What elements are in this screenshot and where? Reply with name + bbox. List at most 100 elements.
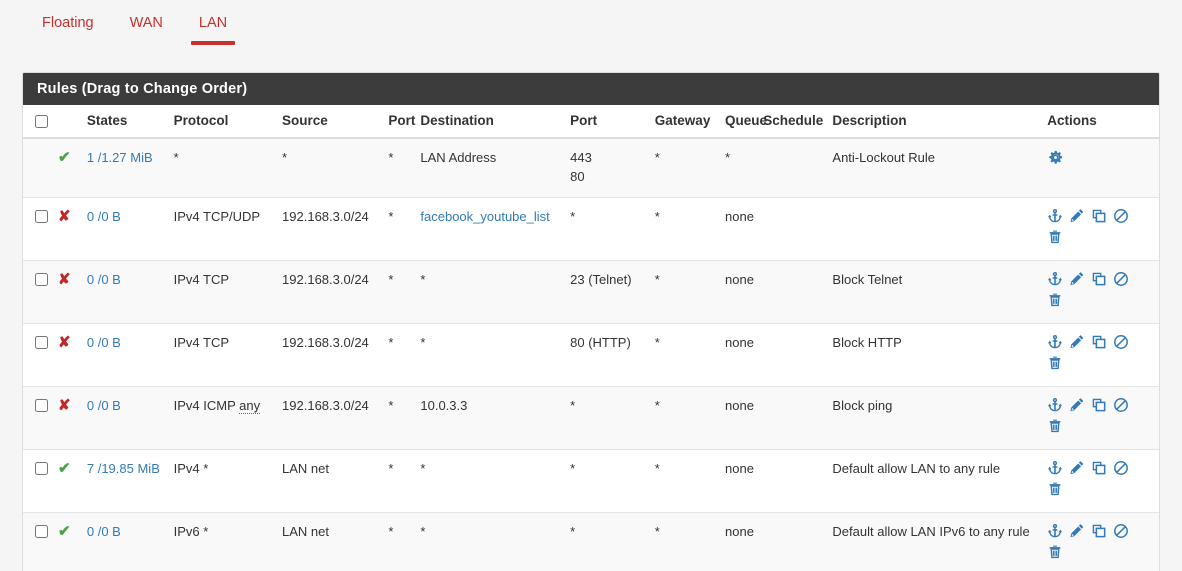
table-row[interactable]: ✔ 7 /19.85 MiB IPv4 * LAN net * * * * none Defaul…	[23, 448, 1159, 513]
select-all-checkbox[interactable]	[35, 115, 48, 128]
anchor-icon[interactable]	[1047, 397, 1069, 418]
th-protocol: Protocol	[169, 105, 279, 139]
copy-icon[interactable]	[1091, 208, 1113, 229]
anchor-icon[interactable]	[1047, 334, 1069, 355]
states-cell: 0 /0 B	[82, 511, 170, 571]
table-row[interactable]: ✘ 0 /0 B IPv4 TCP 192.168.3.0/24 * * 23 (Telne…	[23, 259, 1159, 324]
row-select-checkbox[interactable]	[35, 272, 48, 286]
th-source: Source	[278, 105, 385, 139]
anchor-icon[interactable]	[1047, 271, 1069, 292]
status-block-icon[interactable]: ✘	[53, 385, 83, 450]
trash-icon[interactable]	[1047, 229, 1069, 250]
gateway-cell: *	[650, 511, 722, 571]
states-link[interactable]: 0 /0 B	[87, 398, 121, 413]
states-link[interactable]: 0 /0 B	[87, 272, 121, 287]
th-source-port: Port	[384, 105, 417, 139]
row-select-checkbox[interactable]	[35, 524, 48, 538]
trash-icon[interactable]	[1047, 418, 1069, 439]
pencil-icon[interactable]	[1069, 460, 1091, 481]
status-block-icon[interactable]: ✘	[53, 322, 83, 387]
source-port-cell: *	[384, 322, 417, 387]
states-link[interactable]: 1 /1.27 MiB	[87, 150, 153, 165]
trash-icon[interactable]	[1047, 544, 1069, 565]
protocol-tooltip-word[interactable]: any	[239, 397, 261, 414]
table-row[interactable]: ✘ 0 /0 B IPv4 TCP/UDP 192.168.3.0/24 * facebo…	[23, 196, 1159, 261]
copy-icon[interactable]	[1091, 523, 1113, 544]
tab-bar: Floating WAN LAN	[0, 0, 1182, 52]
tab-lan[interactable]: LAN	[181, 0, 245, 44]
pencil-icon[interactable]	[1069, 397, 1091, 418]
schedule-cell	[759, 322, 829, 387]
th-gateway: Gateway	[650, 105, 722, 139]
ban-icon[interactable]	[1113, 271, 1135, 292]
source-port-cell: *	[384, 137, 417, 198]
row-select-cell	[23, 385, 54, 450]
row-select-checkbox[interactable]	[35, 398, 48, 412]
anchor-icon[interactable]	[1047, 523, 1069, 544]
th-description: Description	[828, 105, 1044, 139]
ban-icon[interactable]	[1113, 523, 1135, 544]
ban-icon[interactable]	[1113, 397, 1135, 418]
destination-port-cell: 443 80	[566, 137, 651, 198]
trash-icon[interactable]	[1047, 481, 1069, 502]
source-port-cell: *	[384, 196, 417, 261]
row-select-checkbox[interactable]	[35, 461, 48, 475]
table-row[interactable]: ✘ 0 /0 B IPv4 TCP 192.168.3.0/24 * * 80 (HTTP)…	[23, 322, 1159, 387]
th-destination: Destination	[416, 105, 567, 139]
copy-icon[interactable]	[1091, 460, 1113, 481]
status-block-icon[interactable]: ✘	[53, 259, 83, 324]
gateway-cell: *	[650, 196, 722, 261]
row-select-checkbox[interactable]	[35, 335, 48, 349]
row-select-cell	[23, 511, 54, 571]
pencil-icon[interactable]	[1069, 271, 1091, 292]
gateway-cell: *	[650, 385, 722, 450]
queue-cell: none	[721, 196, 760, 261]
states-link[interactable]: 7 /19.85 MiB	[87, 461, 160, 476]
destination-cell: *	[416, 322, 567, 387]
schedule-cell	[759, 259, 829, 324]
row-select-cell	[23, 448, 54, 513]
description-cell: Default allow LAN IPv6 to any rule	[828, 511, 1044, 571]
states-link[interactable]: 0 /0 B	[87, 209, 121, 224]
table-header: States Protocol Source Port Destination …	[23, 105, 1159, 139]
anchor-icon[interactable]	[1047, 208, 1069, 229]
row-select-checkbox[interactable]	[35, 209, 48, 223]
table-row[interactable]: ✔ 0 /0 B IPv6 * LAN net * * * * none Default allo…	[23, 511, 1159, 571]
table-row[interactable]: ✔ 1 /1.27 MiB * * * LAN Address 443 80 * * Anti-L…	[23, 137, 1159, 198]
gear-icon[interactable]	[1047, 149, 1069, 170]
queue-cell: none	[721, 511, 760, 571]
states-link[interactable]: 0 /0 B	[87, 335, 121, 350]
row-select-cell	[23, 322, 54, 387]
status-block-icon[interactable]: ✘	[53, 196, 83, 261]
firewall-rules-table: States Protocol Source Port Destination …	[23, 105, 1159, 571]
tab-wan[interactable]: WAN	[112, 0, 181, 43]
copy-icon[interactable]	[1091, 397, 1113, 418]
trash-icon[interactable]	[1047, 355, 1069, 376]
pencil-icon[interactable]	[1069, 523, 1091, 544]
anchor-icon[interactable]	[1047, 460, 1069, 481]
destination-port-cell: *	[566, 448, 651, 513]
status-pass-icon[interactable]: ✔	[53, 137, 83, 198]
destination-alias-link[interactable]: facebook_youtube_list	[420, 209, 549, 224]
status-pass-icon[interactable]: ✔	[53, 511, 83, 571]
ban-icon[interactable]	[1113, 334, 1135, 355]
row-select-cell	[23, 137, 54, 198]
status-pass-icon[interactable]: ✔	[53, 448, 83, 513]
pencil-icon[interactable]	[1069, 208, 1091, 229]
copy-icon[interactable]	[1091, 334, 1113, 355]
ban-icon[interactable]	[1113, 460, 1135, 481]
tab-floating[interactable]: Floating	[24, 0, 112, 43]
source-port-cell: *	[384, 259, 417, 324]
trash-icon[interactable]	[1047, 292, 1069, 313]
states-link[interactable]: 0 /0 B	[87, 524, 121, 539]
pencil-icon[interactable]	[1069, 334, 1091, 355]
table-row[interactable]: ✘ 0 /0 B IPv4 ICMP any 192.168.3.0/24 * 10.0.…	[23, 385, 1159, 450]
destination-port-cell: *	[566, 511, 651, 571]
queue-cell: none	[721, 259, 760, 324]
th-states: States	[82, 105, 170, 139]
th-select	[23, 105, 54, 139]
protocol-label: IPv4 ICMP	[173, 397, 240, 413]
copy-icon[interactable]	[1091, 271, 1113, 292]
cross-icon: ✘	[57, 396, 71, 414]
ban-icon[interactable]	[1113, 208, 1135, 229]
